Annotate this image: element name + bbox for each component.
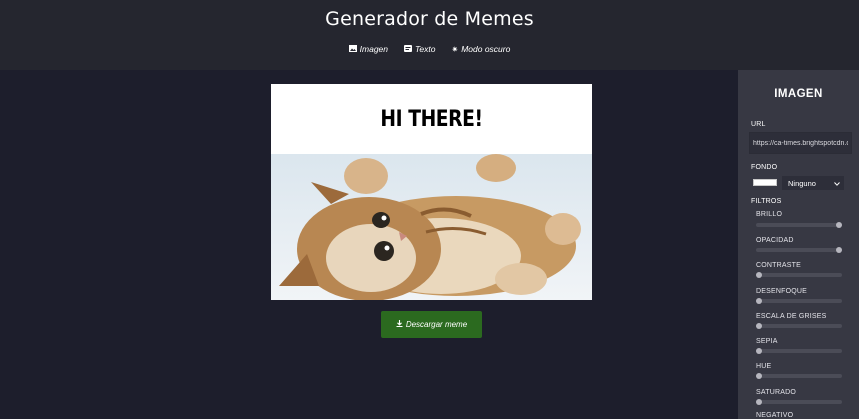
filter-grayscale-label: ESCALA DE GRISES bbox=[756, 313, 827, 320]
slider-thumb[interactable] bbox=[836, 222, 842, 228]
filter-brightness-label: BRILLO bbox=[756, 211, 783, 218]
filter-blur-slider[interactable] bbox=[756, 298, 842, 304]
header: Generador de Memes Imagen Texto ✷ Modo o… bbox=[0, 0, 859, 70]
sun-icon: ✷ bbox=[451, 44, 459, 54]
page-title: Generador de Memes bbox=[325, 8, 534, 30]
filter-hue-label: HUE bbox=[756, 363, 772, 370]
filter-saturate-slider[interactable] bbox=[756, 399, 842, 405]
download-meme-button[interactable]: Descargar meme bbox=[381, 311, 482, 338]
filter-blur-label: DESENFOQUE bbox=[756, 288, 808, 295]
image-panel: IMAGEN URL FONDO Ninguno FILTROS BRILLO … bbox=[738, 70, 859, 419]
filter-contrast-slider[interactable] bbox=[756, 272, 842, 278]
nav-image-button[interactable]: Imagen bbox=[348, 44, 389, 54]
text-icon bbox=[404, 44, 413, 54]
url-label: URL bbox=[751, 121, 766, 128]
background-color-picker[interactable] bbox=[753, 179, 777, 186]
nav-image-label: Imagen bbox=[359, 44, 389, 54]
blend-mode-value: Ninguno bbox=[788, 178, 816, 188]
slider-thumb[interactable] bbox=[756, 272, 762, 278]
download-icon bbox=[396, 320, 403, 329]
panel-title: IMAGEN bbox=[774, 88, 823, 100]
filters-label: FILTROS bbox=[751, 198, 782, 205]
slider-thumb[interactable] bbox=[756, 323, 762, 329]
slider-thumb[interactable] bbox=[756, 373, 762, 379]
kitten-illustration bbox=[279, 154, 581, 300]
filter-saturate-label: SATURADO bbox=[756, 389, 796, 396]
chevron-down-icon bbox=[834, 179, 840, 188]
filter-brightness-slider[interactable] bbox=[756, 222, 842, 228]
slider-thumb[interactable] bbox=[756, 348, 762, 354]
slider-thumb[interactable] bbox=[756, 399, 762, 405]
image-icon bbox=[348, 44, 357, 54]
blend-mode-select[interactable]: Ninguno bbox=[782, 176, 844, 190]
nav-text-button[interactable]: Texto bbox=[404, 44, 436, 54]
meme-top-text: HI THERE! bbox=[380, 106, 483, 132]
filter-grayscale-slider[interactable] bbox=[756, 323, 842, 329]
background-label: FONDO bbox=[751, 164, 778, 171]
filter-sepia-slider[interactable] bbox=[756, 348, 842, 354]
filter-opacity-label: OPACIDAD bbox=[756, 237, 794, 244]
nav-text-label: Texto bbox=[415, 44, 436, 54]
meme-canvas: HI THERE! bbox=[271, 84, 592, 300]
url-input[interactable] bbox=[749, 132, 852, 154]
meme-image bbox=[271, 154, 592, 300]
download-label: Descargar meme bbox=[405, 320, 468, 329]
filter-opacity-slider[interactable] bbox=[756, 247, 842, 253]
filter-sepia-label: SEPIA bbox=[756, 338, 778, 345]
filter-invert-label: NEGATIVO bbox=[756, 412, 794, 419]
slider-thumb[interactable] bbox=[836, 247, 842, 253]
filter-hue-slider[interactable] bbox=[756, 373, 842, 379]
filter-contrast-label: CONTRASTE bbox=[756, 262, 801, 269]
nav-dark-mode-label: Modo oscuro bbox=[461, 44, 511, 54]
nav-dark-mode-button[interactable]: ✷ Modo oscuro bbox=[452, 44, 511, 54]
slider-thumb[interactable] bbox=[756, 298, 762, 304]
top-nav: Imagen Texto ✷ Modo oscuro bbox=[0, 44, 859, 54]
